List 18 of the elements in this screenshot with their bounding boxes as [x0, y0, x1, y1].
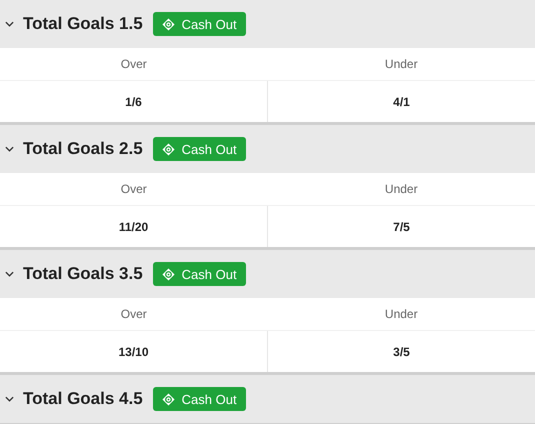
cash-out-icon	[162, 268, 175, 280]
outcome-label: Under	[384, 181, 419, 198]
outcome-label: Under	[384, 306, 419, 323]
outcome-label: Over	[120, 181, 148, 198]
outcome-label: Under	[384, 56, 419, 73]
cash-out-icon	[162, 142, 175, 156]
market-title: Total Goals 2.5	[23, 139, 143, 159]
cash-out-label: Cash Out	[182, 392, 237, 406]
cash-out-icon	[162, 18, 175, 30]
market-title: Total Goals 4.5	[23, 389, 143, 409]
market-title: Total Goals 1.5	[23, 14, 143, 34]
cash-out-label: Cash Out	[182, 142, 237, 156]
outcome-label: Over	[120, 306, 148, 323]
cash-out-label: Cash Out	[182, 266, 237, 282]
cash-out-label: Cash Out	[182, 16, 237, 32]
cash-out-icon	[162, 392, 175, 406]
market-title: Total Goals 3.5	[23, 264, 143, 284]
outcome-label: Over	[120, 56, 148, 73]
